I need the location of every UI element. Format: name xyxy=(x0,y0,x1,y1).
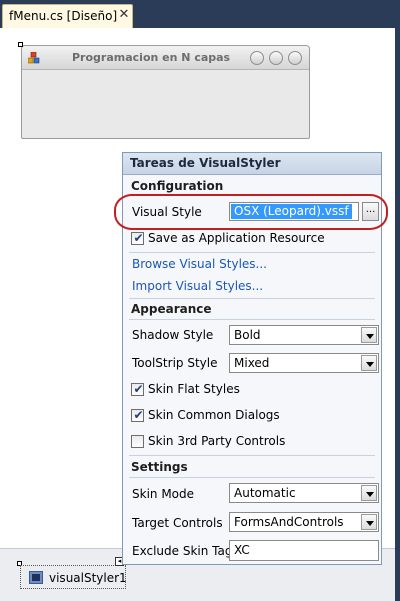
maximize-button xyxy=(269,51,283,65)
save-resource-checkbox[interactable]: ✔ xyxy=(131,231,144,245)
selection-handle[interactable] xyxy=(18,42,23,47)
import-visual-styles-link[interactable]: Import Visual Styles... xyxy=(132,279,263,293)
skin-flat-checkbox-row[interactable]: ✔ Skin Flat Styles xyxy=(131,382,331,398)
divider xyxy=(129,319,375,320)
skin-3rd-checkbox-row[interactable]: Skin 3rd Party Controls xyxy=(131,434,331,450)
skin-mode-value: Automatic xyxy=(234,486,296,500)
visualstyler-component[interactable]: visualStyler1 xyxy=(20,565,127,589)
exclude-tag-value: XC xyxy=(234,543,250,557)
minimize-button xyxy=(250,51,264,65)
skin-mode-select[interactable]: Automatic xyxy=(229,483,379,503)
settings-heading: Settings xyxy=(131,460,188,474)
form-titlebar: Programacion en N capas xyxy=(22,46,309,70)
target-controls-label: Target Controls xyxy=(132,516,223,530)
tab-label: fMenu.cs [Diseño] xyxy=(9,9,118,23)
skin-flat-label[interactable]: Skin Flat Styles xyxy=(148,382,240,396)
skin-3rd-label[interactable]: Skin 3rd Party Controls xyxy=(148,434,285,448)
save-resource-label[interactable]: Save as Application Resource xyxy=(148,231,325,245)
checkmark-icon: ✔ xyxy=(133,382,144,396)
visual-style-field[interactable]: OSX (Leopard).vssf xyxy=(229,202,359,221)
close-icon[interactable]: ✕ xyxy=(116,7,132,23)
divider xyxy=(129,252,375,253)
browse-file-button[interactable]: ... xyxy=(362,202,379,221)
form-client-area xyxy=(23,71,308,138)
configuration-heading: Configuration xyxy=(131,179,224,193)
visualstyler-tasks-panel: Tareas de VisualStyler Configuration Vis… xyxy=(114,152,388,565)
toolstrip-style-select[interactable]: Mixed xyxy=(229,353,379,373)
toolstrip-style-label: ToolStrip Style xyxy=(132,356,218,370)
checkmark-icon: ✔ xyxy=(133,408,144,422)
close-button xyxy=(288,51,302,65)
shadow-style-select[interactable]: Bold xyxy=(229,325,379,345)
exclude-tag-label: Exclude Skin Tag xyxy=(132,544,233,558)
form-icon xyxy=(28,52,40,64)
skin-mode-label: Skin Mode xyxy=(132,487,195,501)
skin-dialogs-checkbox[interactable]: ✔ xyxy=(131,408,144,422)
skin-flat-checkbox[interactable]: ✔ xyxy=(131,382,144,396)
dropdown-arrow-icon[interactable] xyxy=(361,355,377,371)
tab-fmenu-design[interactable]: fMenu.cs [Diseño] ✕ xyxy=(2,4,133,28)
form-title: Programacion en N capas xyxy=(72,51,231,64)
dropdown-arrow-icon[interactable] xyxy=(361,327,377,343)
window-edge xyxy=(395,28,400,601)
checkmark-icon: ✔ xyxy=(133,231,144,245)
component-name: visualStyler1 xyxy=(49,571,127,585)
panel-header: Tareas de VisualStyler xyxy=(123,153,381,175)
divider xyxy=(129,455,375,456)
visual-style-label: Visual Style xyxy=(132,205,202,219)
browse-visual-styles-link[interactable]: Browse Visual Styles... xyxy=(132,257,267,271)
target-controls-value: FormsAndControls xyxy=(234,515,344,529)
skin-3rd-checkbox[interactable] xyxy=(131,435,144,448)
document-tab-strip: fMenu.cs [Diseño] ✕ xyxy=(0,0,400,28)
appearance-heading: Appearance xyxy=(131,302,212,316)
save-resource-checkbox-row[interactable]: ✔ Save as Application Resource xyxy=(131,231,371,247)
dropdown-arrow-icon[interactable] xyxy=(361,514,377,530)
toolstrip-style-value: Mixed xyxy=(234,356,270,370)
form-preview[interactable]: Programacion en N capas xyxy=(21,45,310,139)
skin-dialogs-checkbox-row[interactable]: ✔ Skin Common Dialogs xyxy=(131,408,331,424)
visual-style-value: OSX (Leopard).vssf xyxy=(231,204,352,219)
dropdown-arrow-icon[interactable] xyxy=(361,485,377,501)
target-controls-select[interactable]: FormsAndControls xyxy=(229,512,379,532)
divider xyxy=(129,477,375,478)
shadow-style-value: Bold xyxy=(234,328,261,342)
exclude-tag-input[interactable]: XC xyxy=(229,540,379,561)
divider xyxy=(129,298,375,299)
panel-title: Tareas de VisualStyler xyxy=(130,156,281,170)
component-icon xyxy=(29,571,43,584)
skin-dialogs-label[interactable]: Skin Common Dialogs xyxy=(148,408,280,422)
shadow-style-label: Shadow Style xyxy=(132,328,214,342)
